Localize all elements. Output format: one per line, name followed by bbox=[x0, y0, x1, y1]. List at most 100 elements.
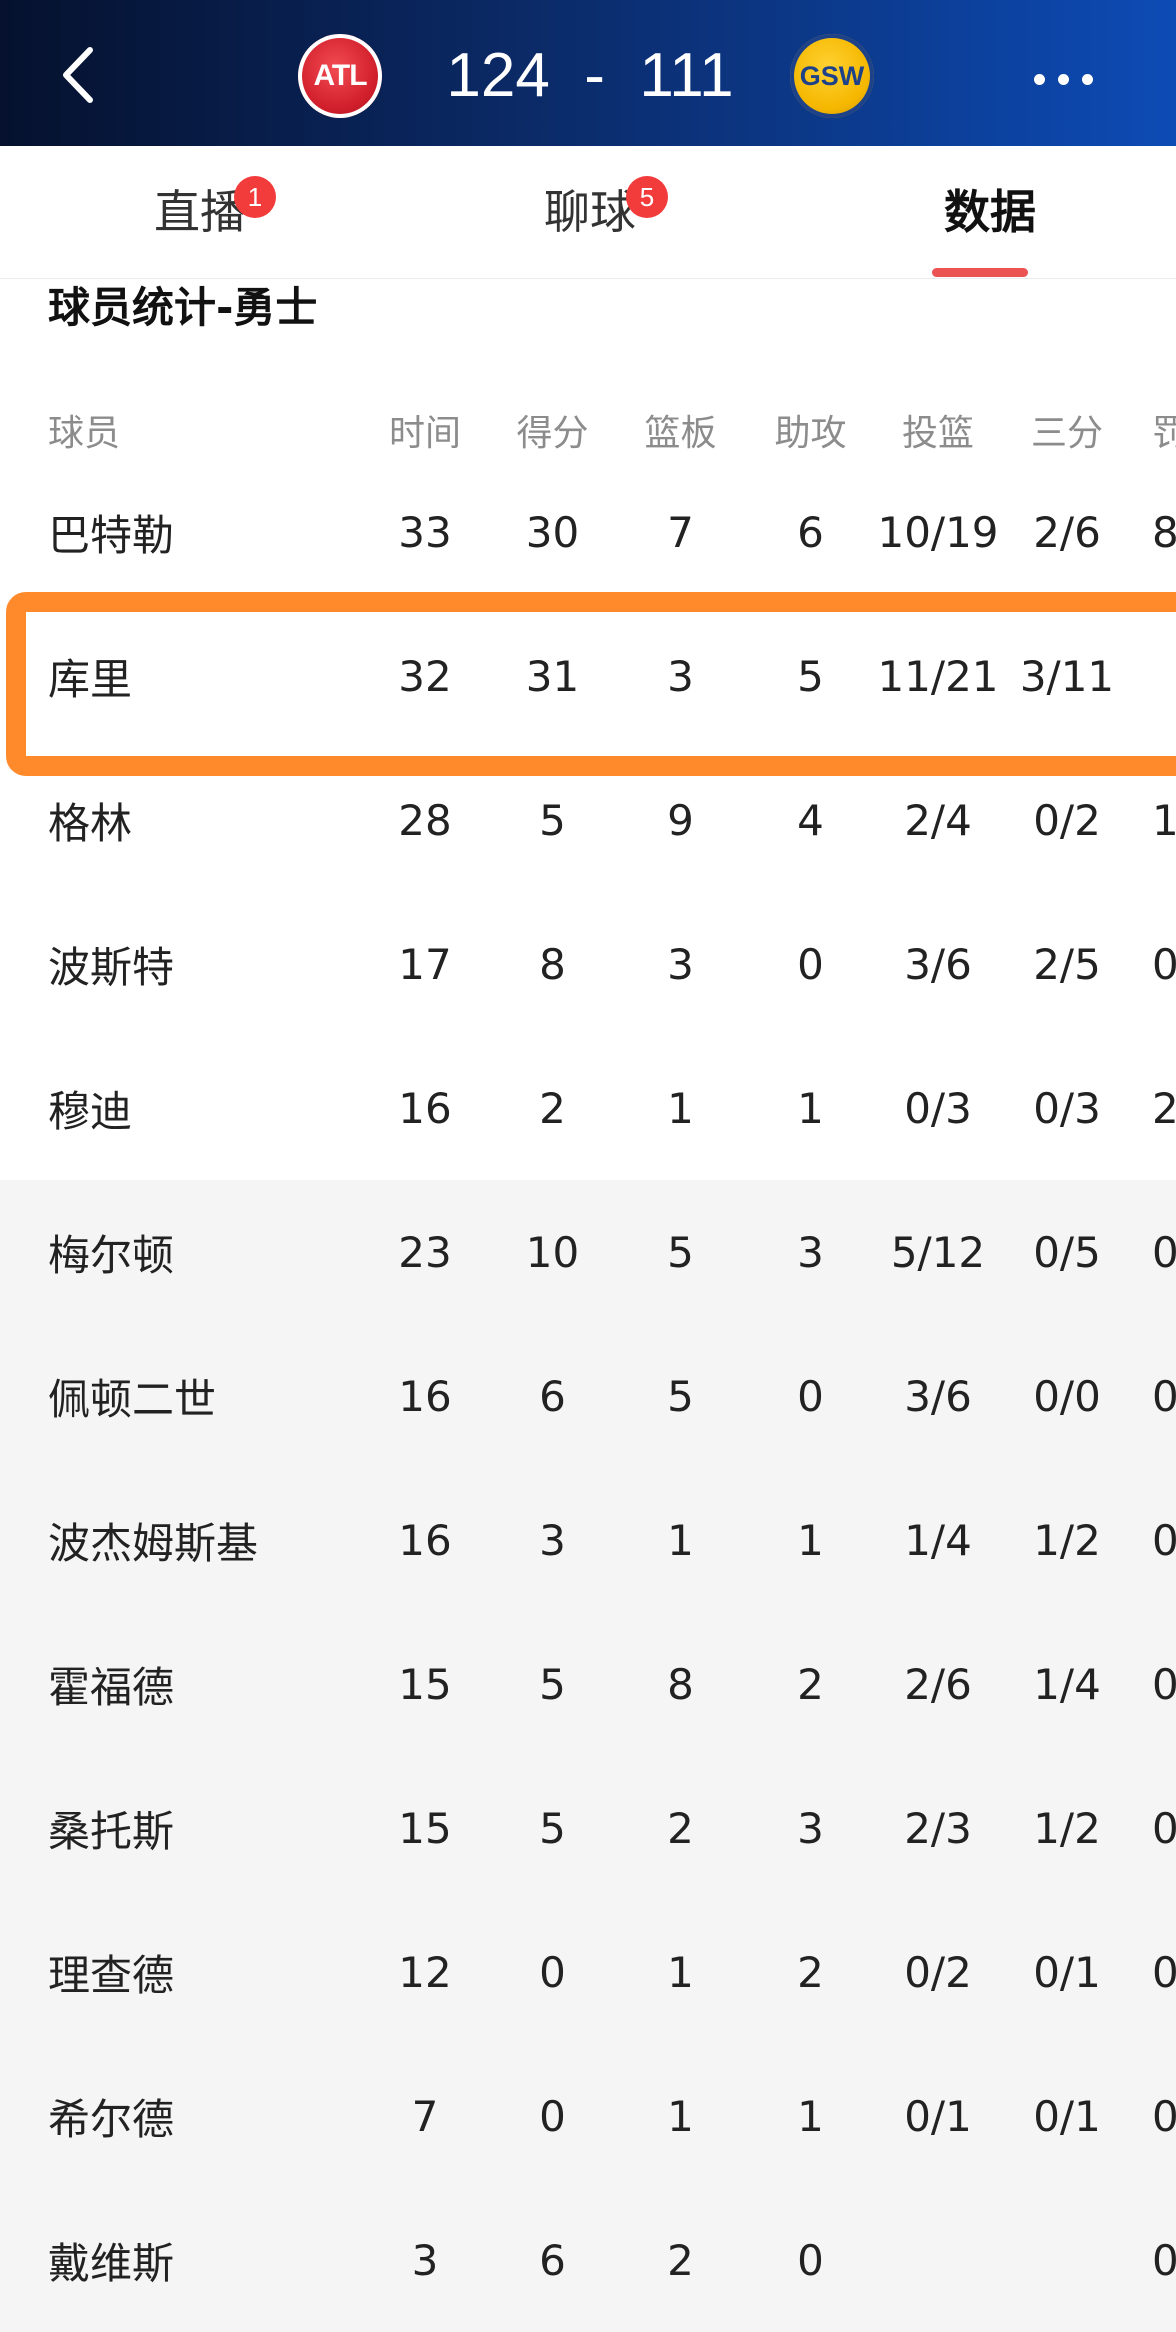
free-throws-cell: 0 bbox=[1152, 2091, 1176, 2141]
minutes-cell: 3 bbox=[411, 2235, 439, 2285]
rebounds-cell: 7 bbox=[667, 507, 694, 557]
column-header-player[interactable]: 球员 bbox=[48, 400, 348, 460]
field-goals-cell: 3/6 bbox=[904, 939, 972, 989]
player-name: 穆迪 bbox=[48, 1086, 133, 1136]
table-row[interactable]: 梅尔顿 23 10 5 3 5/12 0/5 0 bbox=[0, 1180, 1176, 1324]
free-throws-cell: 0 bbox=[1152, 1659, 1176, 1709]
away-team-logo[interactable]: GSW bbox=[790, 34, 874, 118]
free-throws-cell: 0 bbox=[1152, 939, 1176, 989]
table-row[interactable]: 理查德 12 0 1 2 0/2 0/1 0 bbox=[0, 1900, 1176, 2044]
table-row[interactable]: 希尔德 7 0 1 1 0/1 0/1 0 bbox=[0, 2044, 1176, 2188]
points-cell: 31 bbox=[525, 651, 580, 701]
rebounds-cell: 3 bbox=[667, 651, 694, 701]
tab-chat[interactable]: 聊球 bbox=[540, 146, 640, 278]
minutes-cell: 28 bbox=[398, 795, 452, 845]
assists-cell: 2 bbox=[797, 1947, 824, 1997]
field-goals-cell: 11/21 bbox=[877, 651, 999, 701]
three-pointers-cell: 0/2 bbox=[1033, 795, 1101, 845]
free-throws-cell: 0 bbox=[1152, 1515, 1176, 1565]
column-header-assists[interactable]: 助攻 bbox=[748, 400, 873, 460]
player-name: 戴维斯 bbox=[48, 2238, 175, 2288]
player-name: 佩顿二世 bbox=[48, 1374, 217, 1424]
minutes-cell: 16 bbox=[398, 1515, 452, 1565]
rebounds-cell: 3 bbox=[667, 939, 694, 989]
tab-live[interactable]: 直播 bbox=[150, 146, 250, 278]
column-header-free-throws[interactable]: 罚 bbox=[1152, 400, 1176, 460]
tab-bar: 直播 1 聊球 5 数据 bbox=[0, 146, 1176, 279]
points-cell: 5 bbox=[539, 1659, 566, 1709]
three-pointers-cell: 1/4 bbox=[1033, 1659, 1101, 1709]
assists-cell: 1 bbox=[797, 2091, 824, 2141]
home-team-logo[interactable]: ATL bbox=[298, 34, 382, 118]
points-cell: 10 bbox=[525, 1227, 580, 1277]
more-button[interactable] bbox=[1028, 58, 1098, 98]
player-name: 巴特勒 bbox=[48, 510, 175, 560]
back-button[interactable] bbox=[52, 40, 112, 110]
player-name: 希尔德 bbox=[48, 2094, 175, 2144]
field-goals-cell: 1/4 bbox=[904, 1515, 972, 1565]
column-header-field-goals[interactable]: 投篮 bbox=[873, 400, 1003, 460]
points-cell: 5 bbox=[539, 795, 566, 845]
assists-cell: 1 bbox=[797, 1515, 824, 1565]
three-pointers-cell: 2/6 bbox=[1033, 507, 1101, 557]
table-row[interactable]: 桑托斯 15 5 2 3 2/3 1/2 0 bbox=[0, 1756, 1176, 1900]
more-dots-icon bbox=[1058, 74, 1069, 85]
field-goals-cell: 0/2 bbox=[904, 1947, 972, 1997]
assists-cell: 2 bbox=[797, 1659, 824, 1709]
player-name: 格林 bbox=[48, 798, 133, 848]
table-row[interactable]: 戴维斯 3 6 2 0 0 bbox=[0, 2188, 1176, 2332]
assists-cell: 3 bbox=[797, 1227, 824, 1277]
points-cell: 6 bbox=[539, 1371, 566, 1421]
free-throws-cell: 0 bbox=[1152, 1803, 1176, 1853]
more-dots-icon bbox=[1082, 74, 1093, 85]
game-score: 124 - 111 bbox=[446, 41, 734, 110]
column-header-minutes[interactable]: 时间 bbox=[360, 400, 490, 460]
free-throws-cell: 0 bbox=[1152, 2235, 1176, 2285]
table-row[interactable]: 波杰姆斯基 16 3 1 1 1/4 1/2 0 bbox=[0, 1468, 1176, 1612]
three-pointers-cell: 0/3 bbox=[1033, 1083, 1101, 1133]
table-row[interactable]: 库里 32 31 3 5 11/21 3/11 bbox=[0, 604, 1176, 748]
free-throws-cell: 1 bbox=[1152, 795, 1176, 845]
rebounds-cell: 2 bbox=[667, 1803, 694, 1853]
three-pointers-cell: 0/5 bbox=[1033, 1227, 1101, 1277]
section-title: 球员统计-勇士 bbox=[48, 283, 318, 332]
field-goals-cell: 10/19 bbox=[877, 507, 999, 557]
rebounds-cell: 5 bbox=[667, 1227, 694, 1277]
table-row[interactable]: 格林 28 5 9 4 2/4 0/2 1 bbox=[0, 748, 1176, 892]
three-pointers-cell: 3/11 bbox=[1019, 651, 1115, 701]
minutes-cell: 16 bbox=[398, 1371, 452, 1421]
column-header-rebounds[interactable]: 篮板 bbox=[618, 400, 743, 460]
three-pointers-cell: 1/2 bbox=[1033, 1803, 1101, 1853]
table-row[interactable]: 佩顿二世 16 6 5 0 3/6 0/0 0 bbox=[0, 1324, 1176, 1468]
assists-cell: 3 bbox=[797, 1803, 824, 1853]
minutes-cell: 12 bbox=[398, 1947, 452, 1997]
free-throws-cell: 0 bbox=[1152, 1947, 1176, 1997]
player-name: 桑托斯 bbox=[48, 1806, 175, 1856]
minutes-cell: 32 bbox=[398, 651, 452, 701]
assists-cell: 0 bbox=[797, 939, 824, 989]
minutes-cell: 23 bbox=[398, 1227, 452, 1277]
points-cell: 2 bbox=[539, 1083, 566, 1133]
free-throws-cell: 0 bbox=[1152, 1371, 1176, 1421]
column-header-three-pointers[interactable]: 三分 bbox=[1003, 400, 1131, 460]
column-header-points[interactable]: 得分 bbox=[490, 400, 615, 460]
tab-data[interactable]: 数据 bbox=[930, 146, 1050, 278]
minutes-cell: 33 bbox=[398, 507, 452, 557]
player-name: 理查德 bbox=[48, 1950, 175, 2000]
away-team-logo-text: GSW bbox=[799, 61, 865, 91]
minutes-cell: 16 bbox=[398, 1083, 452, 1133]
stats-table-header: 球员 时间 得分 篮板 助攻 投篮 三分 罚 bbox=[0, 400, 1176, 460]
assists-cell: 6 bbox=[797, 507, 824, 557]
table-row[interactable]: 巴特勒 33 30 7 6 10/19 2/6 8 bbox=[0, 460, 1176, 604]
three-pointers-cell: 0/1 bbox=[1033, 2091, 1101, 2141]
player-name: 霍福德 bbox=[48, 1662, 175, 1712]
field-goals-cell: 5/12 bbox=[890, 1227, 986, 1277]
table-row[interactable]: 波斯特 17 8 3 0 3/6 2/5 0 bbox=[0, 892, 1176, 1036]
points-cell: 6 bbox=[539, 2235, 566, 2285]
free-throws-cell: 8 bbox=[1152, 507, 1176, 557]
table-row[interactable]: 穆迪 16 2 1 1 0/3 0/3 2 bbox=[0, 1036, 1176, 1180]
assists-cell: 4 bbox=[797, 795, 824, 845]
points-cell: 30 bbox=[525, 507, 580, 557]
table-row[interactable]: 霍福德 15 5 8 2 2/6 1/4 0 bbox=[0, 1612, 1176, 1756]
home-team-logo-text: ATL bbox=[313, 59, 367, 92]
